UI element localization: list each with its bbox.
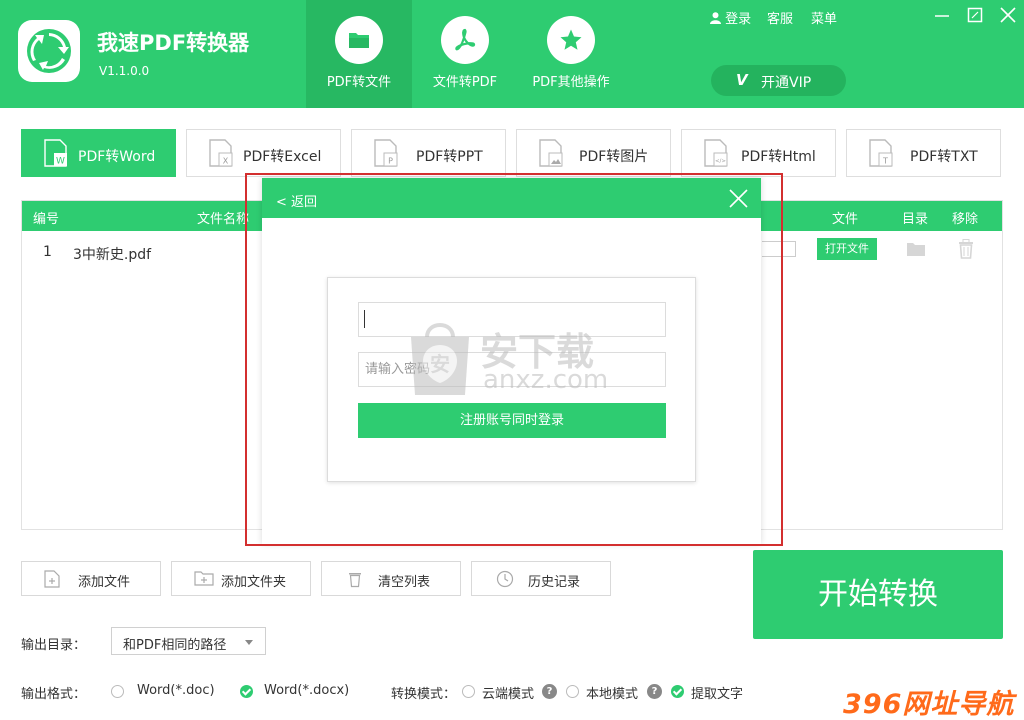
- mode-extract-label: 提取文字: [691, 687, 744, 702]
- pdf-icon: [455, 28, 476, 51]
- recycle-arrows-icon: [27, 29, 71, 73]
- login-label: 登录: [725, 12, 752, 27]
- format-docx-label: Word(*.docx): [264, 683, 350, 698]
- tab-label: PDF其他操作: [532, 75, 610, 90]
- output-dir-select[interactable]: 和PDF相同的路径: [111, 627, 266, 655]
- folder-icon: [349, 33, 369, 48]
- ppt-doc-icon: P: [374, 139, 398, 167]
- tab-file-to-pdf[interactable]: 文件转PDF: [412, 0, 518, 108]
- vip-icon: V: [736, 71, 748, 89]
- site-watermark: 396网址导航: [843, 689, 1015, 720]
- clear-list-button[interactable]: 清空列表: [321, 561, 461, 596]
- radio-checked[interactable]: [240, 685, 253, 698]
- help-icon[interactable]: ?: [542, 684, 557, 699]
- conv-tab-image[interactable]: PDF转图片: [516, 129, 671, 177]
- tab-label: PDF转PPT: [416, 149, 483, 165]
- start-convert-button[interactable]: 开始转换: [753, 550, 1003, 639]
- tab-label: PDF转图片: [579, 149, 649, 165]
- vip-button[interactable]: V 开通VIP: [711, 65, 846, 96]
- mode-local-label: 本地模式: [586, 687, 639, 702]
- add-folder-icon: [194, 571, 214, 586]
- app-title: 我速PDF转换器: [97, 31, 250, 55]
- txt-doc-icon: T: [869, 139, 893, 167]
- radio-checked[interactable]: [671, 685, 684, 698]
- excel-doc-icon: X: [209, 139, 233, 167]
- add-file-button[interactable]: 添加文件: [21, 561, 161, 596]
- add-folder-button[interactable]: 添加文件夹: [171, 561, 311, 596]
- output-dir-value: 和PDF相同的路径: [123, 638, 227, 653]
- star-icon: [560, 29, 582, 50]
- radio-unchecked[interactable]: [111, 685, 124, 698]
- output-format-label: 输出格式：: [21, 687, 87, 702]
- output-dir-label: 输出目录：: [21, 638, 87, 653]
- svg-text:X: X: [223, 157, 229, 166]
- format-doc-label: Word(*.doc): [137, 683, 215, 698]
- close-button[interactable]: [998, 5, 1018, 25]
- shopping-bag-icon: 安: [411, 323, 469, 395]
- trash-icon: [349, 573, 361, 588]
- add-folder-label: 添加文件夹: [221, 575, 287, 590]
- conv-tab-txt[interactable]: T PDF转TXT: [846, 129, 1001, 177]
- svg-text:W: W: [56, 157, 65, 167]
- clear-list-label: 清空列表: [378, 575, 431, 590]
- row-filename: 3中新史.pdf: [73, 247, 152, 263]
- open-file-button[interactable]: 打开文件: [817, 238, 877, 260]
- image-doc-icon: [539, 139, 563, 167]
- conv-tab-word[interactable]: W PDF转Word: [21, 129, 176, 177]
- col-index: 编号: [33, 212, 60, 227]
- folder-icon[interactable]: [906, 241, 926, 257]
- conv-tab-html[interactable]: </> PDF转Html: [681, 129, 836, 177]
- maximize-icon: [967, 7, 983, 23]
- title-bar: 我速PDF转换器 V1.1.0.0 PDF转文件 文件转PDF PDF其他操作: [0, 0, 1024, 108]
- convert-mode-label: 转换模式：: [391, 687, 457, 702]
- svg-text:P: P: [388, 157, 393, 166]
- add-file-label: 添加文件: [78, 575, 131, 590]
- tab-pdf-other[interactable]: PDF其他操作: [518, 0, 624, 108]
- login-link[interactable]: 登录: [710, 8, 751, 27]
- html-doc-icon: </>: [704, 139, 728, 167]
- conv-tab-excel[interactable]: X PDF转Excel: [186, 129, 341, 177]
- app-logo: [18, 20, 80, 82]
- menu-link[interactable]: 菜单: [811, 8, 837, 27]
- col-remove: 移除: [952, 212, 979, 227]
- svg-text:</>: </>: [715, 159, 726, 165]
- svg-text:T: T: [882, 157, 888, 166]
- anxz-watermark: 安 安下载 anxz.com: [405, 317, 635, 407]
- history-button[interactable]: 历史记录: [471, 561, 611, 596]
- row-index: 1: [43, 244, 52, 260]
- support-link[interactable]: 客服: [767, 8, 793, 27]
- add-file-icon: [44, 570, 60, 588]
- user-icon: [710, 12, 721, 24]
- trash-icon[interactable]: [958, 239, 974, 259]
- tab-label: PDF转Word: [78, 149, 156, 165]
- tab-label: PDF转TXT: [910, 149, 978, 165]
- col-dir: 目录: [902, 212, 929, 227]
- conv-tab-ppt[interactable]: P PDF转PPT: [351, 129, 506, 177]
- tab-label: 文件转PDF: [432, 75, 498, 90]
- anxz-en-text: anxz.com: [483, 365, 609, 395]
- col-filename: 文件名称: [197, 212, 250, 227]
- maximize-button[interactable]: [965, 5, 985, 25]
- tab-label: PDF转Html: [741, 149, 816, 165]
- chevron-down-icon: [245, 640, 253, 645]
- tab-pdf-to-file[interactable]: PDF转文件: [306, 0, 412, 108]
- close-icon: [1000, 7, 1016, 23]
- tab-label: PDF转Excel: [243, 149, 322, 165]
- minimize-button[interactable]: [932, 5, 952, 25]
- word-doc-icon: W: [44, 139, 67, 167]
- mode-cloud-label: 云端模式: [482, 687, 535, 702]
- radio-unchecked[interactable]: [566, 685, 579, 698]
- history-label: 历史记录: [528, 575, 581, 590]
- svg-text:安: 安: [430, 352, 450, 376]
- app-version: V1.1.0.0: [99, 64, 150, 78]
- col-file: 文件: [832, 212, 859, 227]
- help-icon[interactable]: ?: [647, 684, 662, 699]
- vip-label: 开通VIP: [761, 75, 812, 91]
- tab-label: PDF转文件: [326, 75, 392, 90]
- minimize-icon: [935, 15, 949, 17]
- clock-icon: [496, 570, 514, 588]
- radio-unchecked[interactable]: [462, 685, 475, 698]
